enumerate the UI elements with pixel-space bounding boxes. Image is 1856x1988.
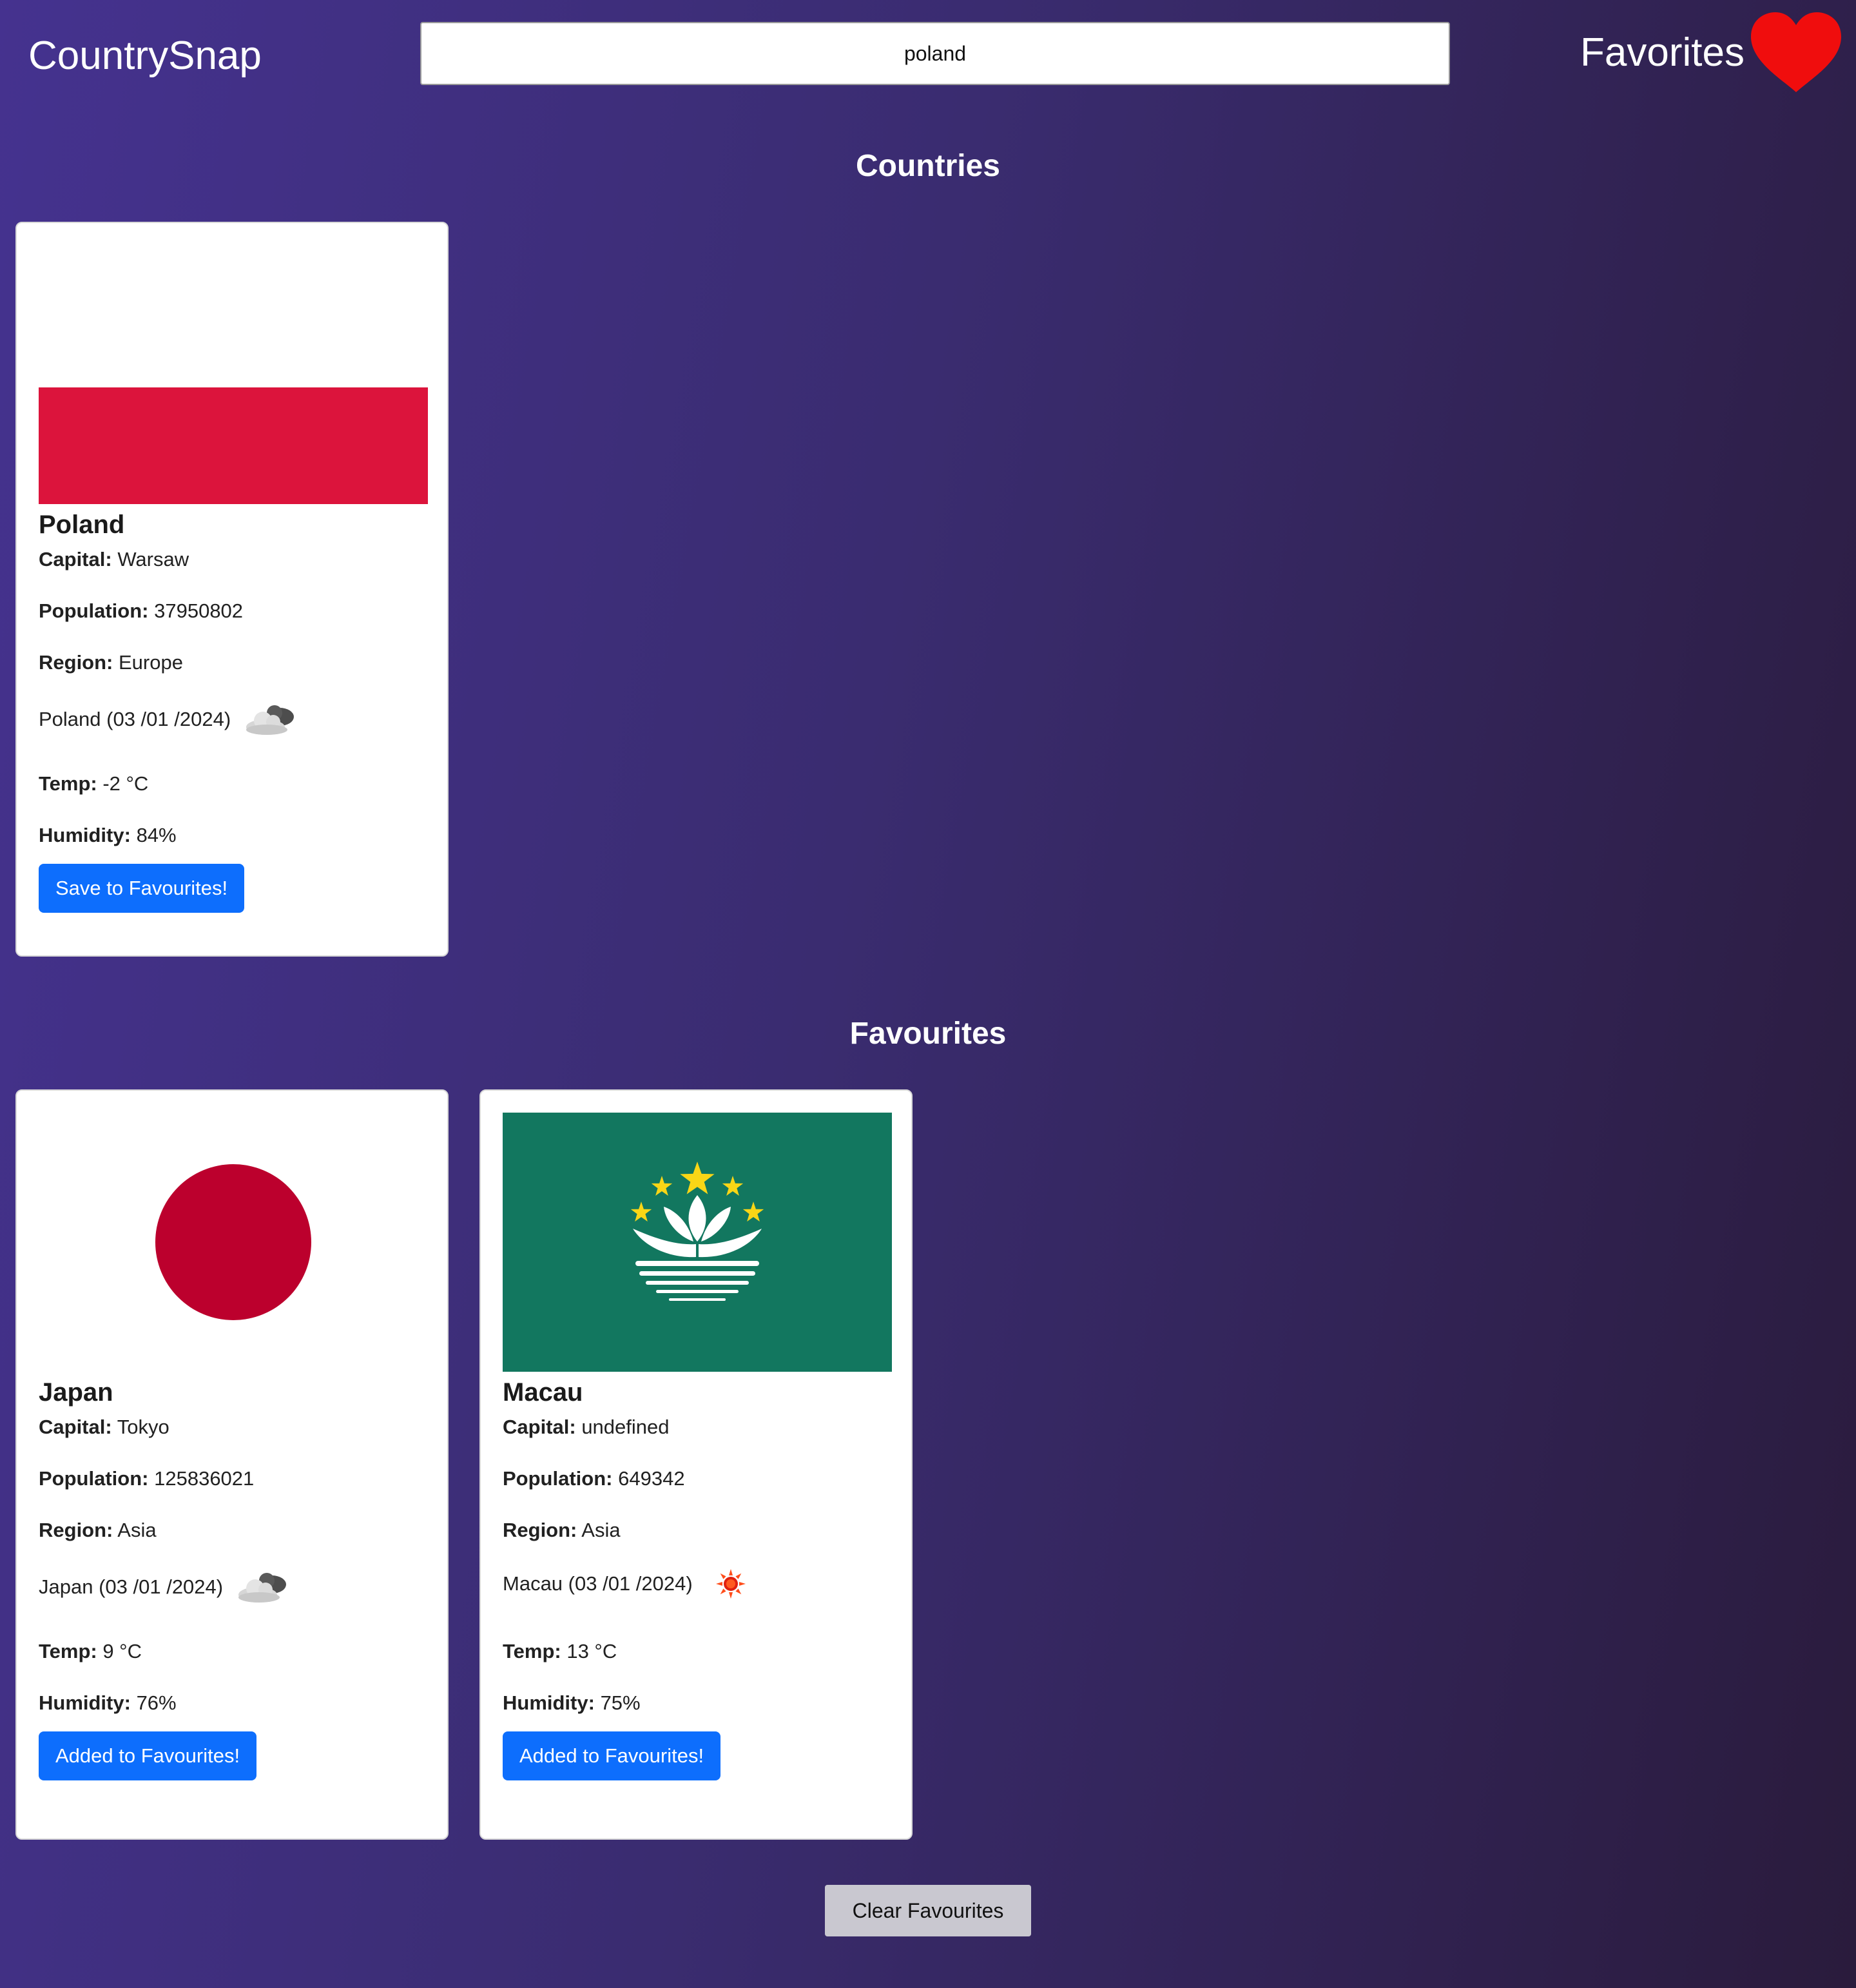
temp-label: Temp: [503,1640,561,1662]
capital-line: Capital: undefined [503,1414,670,1440]
region-line: Region: Europe [39,650,183,676]
population-value: 37950802 [154,599,244,622]
sun-icon [715,1568,747,1600]
weather-title: Japan (03 /01 /2024) [39,1575,224,1598]
capital-line: Capital: Tokyo [39,1414,169,1440]
added-to-favourites-button[interactable]: Added to Favourites! [39,1731,257,1780]
clear-favourites-button[interactable]: Clear Favourites [825,1885,1031,1936]
population-line: Population: 125836021 [39,1466,254,1492]
capital-line: Capital: Warsaw [39,547,189,572]
population-line: Population: 37950802 [39,598,243,624]
capital-label: Capital: [503,1416,576,1438]
region-value: Asia [581,1519,621,1541]
humidity-value: 75% [600,1691,641,1714]
app-title: CountrySnap [28,34,262,78]
heart-icon[interactable] [1748,11,1844,93]
weather-line: Macau (03 /01 /2024) [503,1568,747,1600]
macau-flag [503,1113,892,1372]
temp-label: Temp: [39,772,97,795]
humidity-line: Humidity: 84% [39,823,177,848]
country-card-poland: Poland Capital: Warsaw Population: 37950… [15,222,449,957]
capital-value: Warsaw [117,548,189,570]
search-input[interactable] [420,22,1450,85]
cloud-icon [236,1568,291,1606]
country-name: Poland [39,511,125,539]
humidity-value: 76% [136,1691,177,1714]
region-label: Region: [39,1519,113,1541]
region-value: Asia [117,1519,157,1541]
temp-value: 13 °C [566,1640,617,1662]
population-label: Population: [503,1467,613,1490]
save-to-favourites-button[interactable]: Save to Favourites! [39,864,245,913]
temp-label: Temp: [39,1640,97,1662]
japan-flag [39,1113,428,1372]
capital-label: Capital: [39,548,112,570]
weather-title: Poland (03 /01 /2024) [39,708,231,730]
added-to-favourites-button[interactable]: Added to Favourites! [503,1731,721,1780]
countries-heading: Countries [855,149,1000,183]
temp-line: Temp: -2 °C [39,771,148,797]
favourite-card-japan: Japan Capital: Tokyo Population: 1258360… [15,1089,449,1840]
poland-flag [39,245,428,504]
population-label: Population: [39,599,149,622]
population-label: Population: [39,1467,149,1490]
temp-value: 9 °C [102,1640,142,1662]
region-value: Europe [119,651,183,674]
temp-line: Temp: 9 °C [39,1639,142,1664]
population-value: 649342 [618,1467,685,1490]
region-label: Region: [503,1519,577,1541]
country-name: Macau [503,1378,583,1407]
region-line: Region: Asia [503,1517,621,1543]
favourite-card-macau: Macau Capital: undefined Population: 649… [479,1089,913,1840]
temp-value: -2 °C [102,772,149,795]
weather-line: Poland (03 /01 /2024) [39,700,299,739]
capital-label: Capital: [39,1416,112,1438]
humidity-label: Humidity: [39,824,131,846]
humidity-value: 84% [136,824,177,846]
humidity-line: Humidity: 76% [39,1690,177,1716]
cloud-icon [244,700,299,739]
population-value: 125836021 [154,1467,255,1490]
weather-title: Macau (03 /01 /2024) [503,1572,693,1595]
weather-line: Japan (03 /01 /2024) [39,1568,291,1606]
population-line: Population: 649342 [503,1466,685,1492]
capital-value: Tokyo [117,1416,169,1438]
country-name: Japan [39,1378,113,1407]
capital-value: undefined [581,1416,670,1438]
region-line: Region: Asia [39,1517,157,1543]
humidity-line: Humidity: 75% [503,1690,641,1716]
favorites-link[interactable]: Favorites [1580,10,1844,94]
temp-line: Temp: 13 °C [503,1639,617,1664]
favourites-heading: Favourites [849,1017,1007,1051]
humidity-label: Humidity: [503,1691,595,1714]
humidity-label: Humidity: [39,1691,131,1714]
favorites-label: Favorites [1580,30,1745,75]
region-label: Region: [39,651,113,674]
